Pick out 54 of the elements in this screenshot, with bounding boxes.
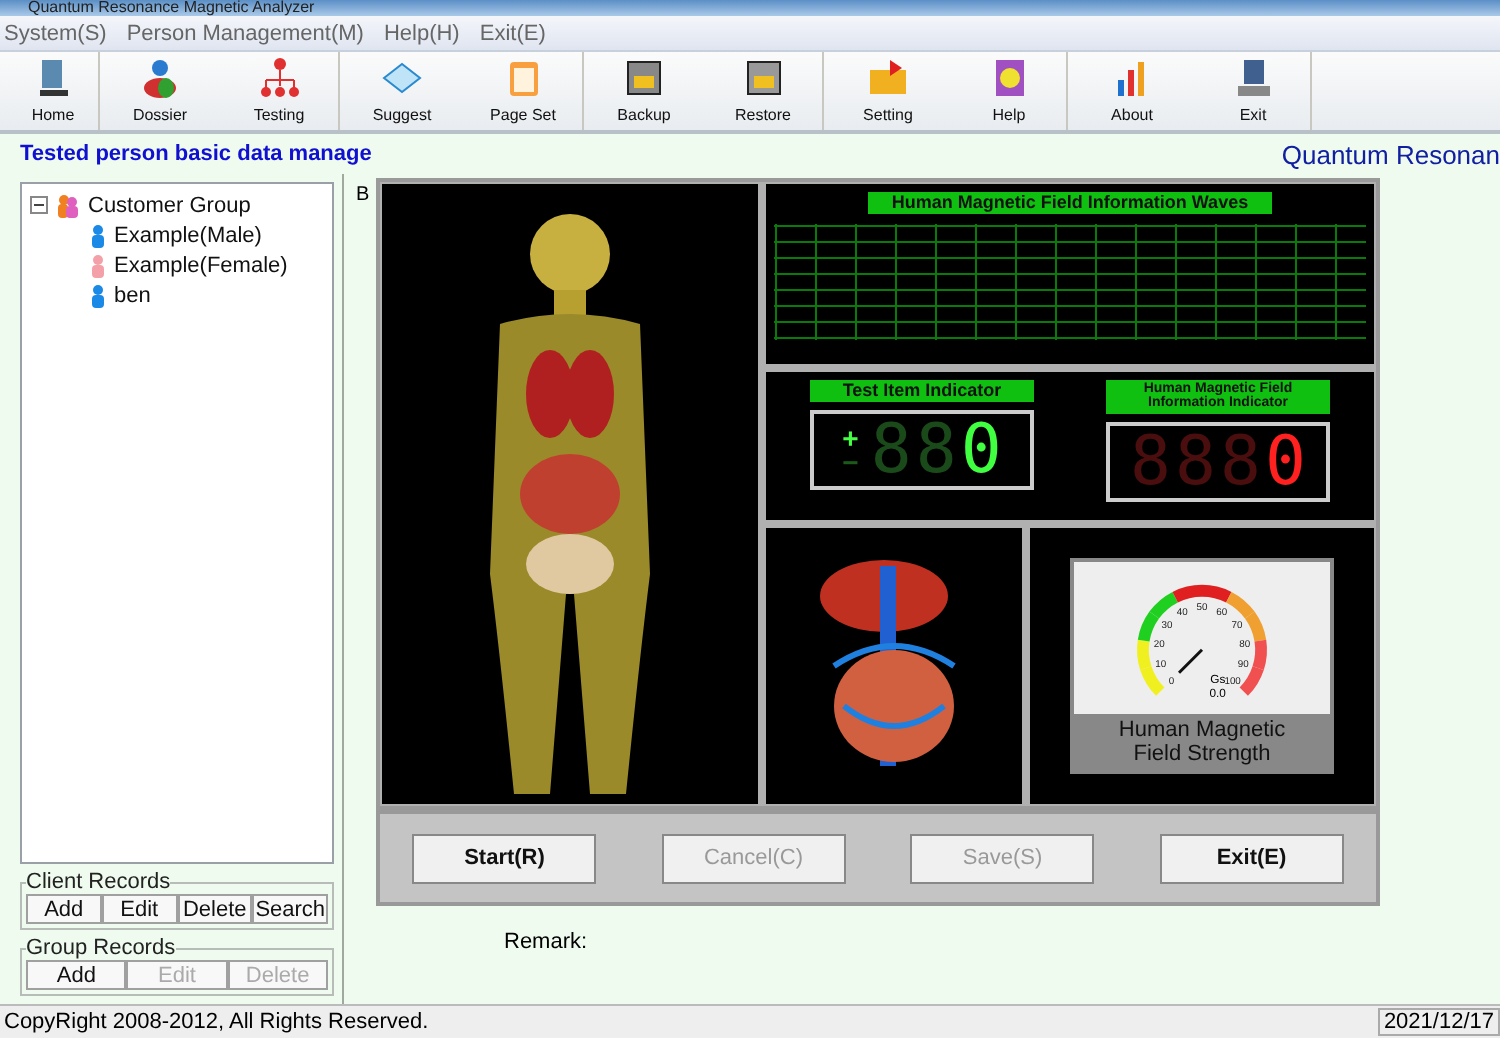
indicator-title: Test Item Indicator — [810, 380, 1034, 403]
menu-item[interactable]: System(S) — [4, 21, 107, 45]
collapse-toggle-icon[interactable] — [30, 196, 48, 214]
status-date: 2021/12/17 — [1377, 1008, 1500, 1036]
group-title: Client Records — [26, 870, 171, 894]
digit-display: 8 — [1220, 427, 1261, 496]
digit-display: 0 — [1264, 427, 1306, 496]
gauge-caption: Human Magnetic Field Strength — [1074, 714, 1330, 770]
record-button[interactable]: Delete — [177, 894, 253, 924]
menu-item[interactable]: Exit(E) — [479, 21, 546, 45]
toolbar-button[interactable]: Restore — [704, 52, 824, 130]
record-button[interactable]: Add — [26, 960, 127, 990]
plus-sign: + — [842, 426, 859, 451]
record-button[interactable]: Edit — [101, 894, 177, 924]
menu-item[interactable]: Help(H) — [383, 21, 460, 45]
section-title: Tested person basic data manage — [20, 142, 372, 166]
copyright-text: CopyRight 2008-2012, All Rights Reserved. — [4, 1010, 429, 1034]
digit-display: 8 — [870, 416, 912, 485]
record-button[interactable]: Search — [252, 894, 328, 924]
tree-item[interactable]: Example(Male) — [114, 223, 262, 247]
toolbar-button[interactable]: Setting — [824, 52, 952, 130]
tree-item[interactable]: ben — [114, 283, 151, 307]
folder-icon — [866, 56, 910, 100]
record-button[interactable]: Add — [26, 894, 102, 924]
digit-display: 8 — [1175, 427, 1216, 496]
toolbar-button[interactable]: Exit — [1196, 52, 1312, 130]
panel-label: B — [356, 182, 372, 210]
menu-item[interactable]: Person Management(M) — [126, 21, 364, 45]
toolbar-button[interactable]: Page Set — [464, 52, 584, 130]
toolbar-button[interactable]: Backup — [584, 52, 704, 130]
digit-display: 8 — [915, 416, 957, 485]
toolbar-button[interactable]: Home — [8, 52, 100, 130]
action-button[interactable]: Start(R) — [412, 833, 597, 883]
gauge-scale-drawing — [1137, 584, 1267, 696]
remark-label: Remark: — [504, 930, 590, 954]
panel-title: Human Magnetic Field Information Waves — [868, 192, 1272, 215]
people-icon — [138, 56, 182, 100]
hierarchy-icon — [257, 56, 301, 100]
digit-display: 0 — [960, 416, 1002, 485]
digit-display: 8 — [1130, 427, 1172, 496]
group-title: Group Records — [26, 936, 176, 960]
group-icon — [56, 193, 80, 217]
minus-sign: − — [842, 450, 859, 475]
tree-item[interactable]: Customer Group — [88, 193, 251, 217]
gauge-needle — [1177, 648, 1204, 674]
toolbar-button[interactable]: Suggest — [340, 52, 464, 130]
app-brand: Quantum Resonan — [1281, 139, 1500, 169]
toolbar-button[interactable]: Help — [952, 52, 1068, 130]
toolbar-button[interactable]: Dossier — [100, 52, 220, 130]
action-button[interactable]: Exit(E) — [1159, 833, 1344, 883]
toolbar-button[interactable]: Testing — [220, 52, 340, 130]
window-title: Quantum Resonance Magnetic Analyzer — [28, 0, 315, 16]
toolbar-button[interactable]: About — [1068, 52, 1196, 130]
tree-item[interactable]: Example(Female) — [114, 253, 288, 277]
